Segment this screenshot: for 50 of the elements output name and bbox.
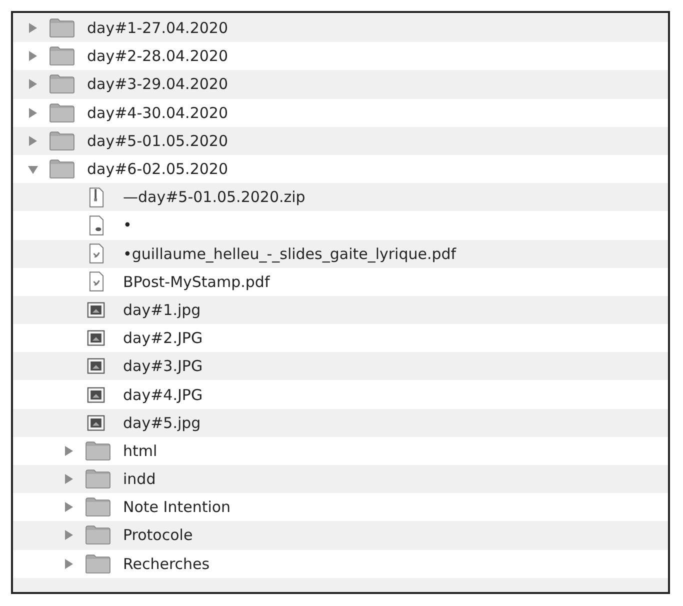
triangle-right-icon[interactable] xyxy=(27,78,39,90)
zip-file-icon xyxy=(89,186,104,208)
item-name[interactable]: day#3-29.04.2020 xyxy=(87,75,228,94)
item-name[interactable]: —day#5-01.05.2020.zip xyxy=(123,188,306,206)
triangle-right-icon[interactable] xyxy=(27,50,39,62)
item-name[interactable]: indd xyxy=(123,470,156,488)
item-name[interactable]: day#1.jpg xyxy=(123,300,201,319)
image-file-icon xyxy=(87,300,105,319)
item-name[interactable]: html xyxy=(123,442,158,460)
folder-icon xyxy=(49,102,75,123)
folder-icon xyxy=(85,497,111,518)
folder-icon xyxy=(85,525,111,546)
item-name[interactable]: day#5-01.05.2020 xyxy=(87,132,228,150)
folder-icon xyxy=(49,130,75,151)
document-icon xyxy=(89,214,104,236)
item-name[interactable]: day#2-28.04.2020 xyxy=(87,47,228,66)
pdf-file-icon xyxy=(89,271,104,292)
folder-icon xyxy=(49,74,75,94)
item-name[interactable]: day#2.JPG xyxy=(123,329,203,348)
pdf-file-icon xyxy=(89,243,104,264)
triangle-down-icon[interactable] xyxy=(27,163,39,176)
item-name[interactable]: Protocole xyxy=(123,526,193,544)
triangle-right-icon[interactable] xyxy=(63,444,75,457)
item-name[interactable]: day#5.jpg xyxy=(123,414,201,432)
image-file-icon xyxy=(87,357,105,376)
folder-icon xyxy=(49,18,75,38)
triangle-right-icon[interactable] xyxy=(27,22,39,34)
triangle-right-icon[interactable] xyxy=(63,558,75,570)
image-file-icon xyxy=(87,329,105,348)
triangle-right-icon[interactable] xyxy=(27,134,39,147)
item-name[interactable]: Recherches xyxy=(123,554,210,573)
item-name[interactable]: day#4.JPG xyxy=(123,386,203,404)
triangle-right-icon[interactable] xyxy=(63,501,75,514)
folder-icon xyxy=(85,469,111,490)
item-name[interactable]: day#6-02.05.2020 xyxy=(87,160,228,178)
item-name[interactable]: BPost-MyStamp.pdf xyxy=(123,272,270,291)
triangle-right-icon[interactable] xyxy=(63,529,75,542)
item-name[interactable]: Note Intention xyxy=(123,498,231,516)
item-name[interactable]: day#4-30.04.2020 xyxy=(87,104,228,122)
triangle-right-icon[interactable] xyxy=(63,473,75,486)
triangle-right-icon[interactable] xyxy=(27,106,39,119)
image-file-icon xyxy=(87,414,105,432)
item-name[interactable]: day#1-27.04.2020 xyxy=(87,19,228,38)
folder-icon xyxy=(49,159,75,180)
item-name[interactable]: • xyxy=(123,216,132,234)
folder-icon xyxy=(85,554,111,574)
item-name[interactable]: day#3.JPG xyxy=(123,357,203,376)
folder-icon xyxy=(85,440,111,461)
folder-icon xyxy=(49,46,75,66)
image-file-icon xyxy=(87,386,105,404)
